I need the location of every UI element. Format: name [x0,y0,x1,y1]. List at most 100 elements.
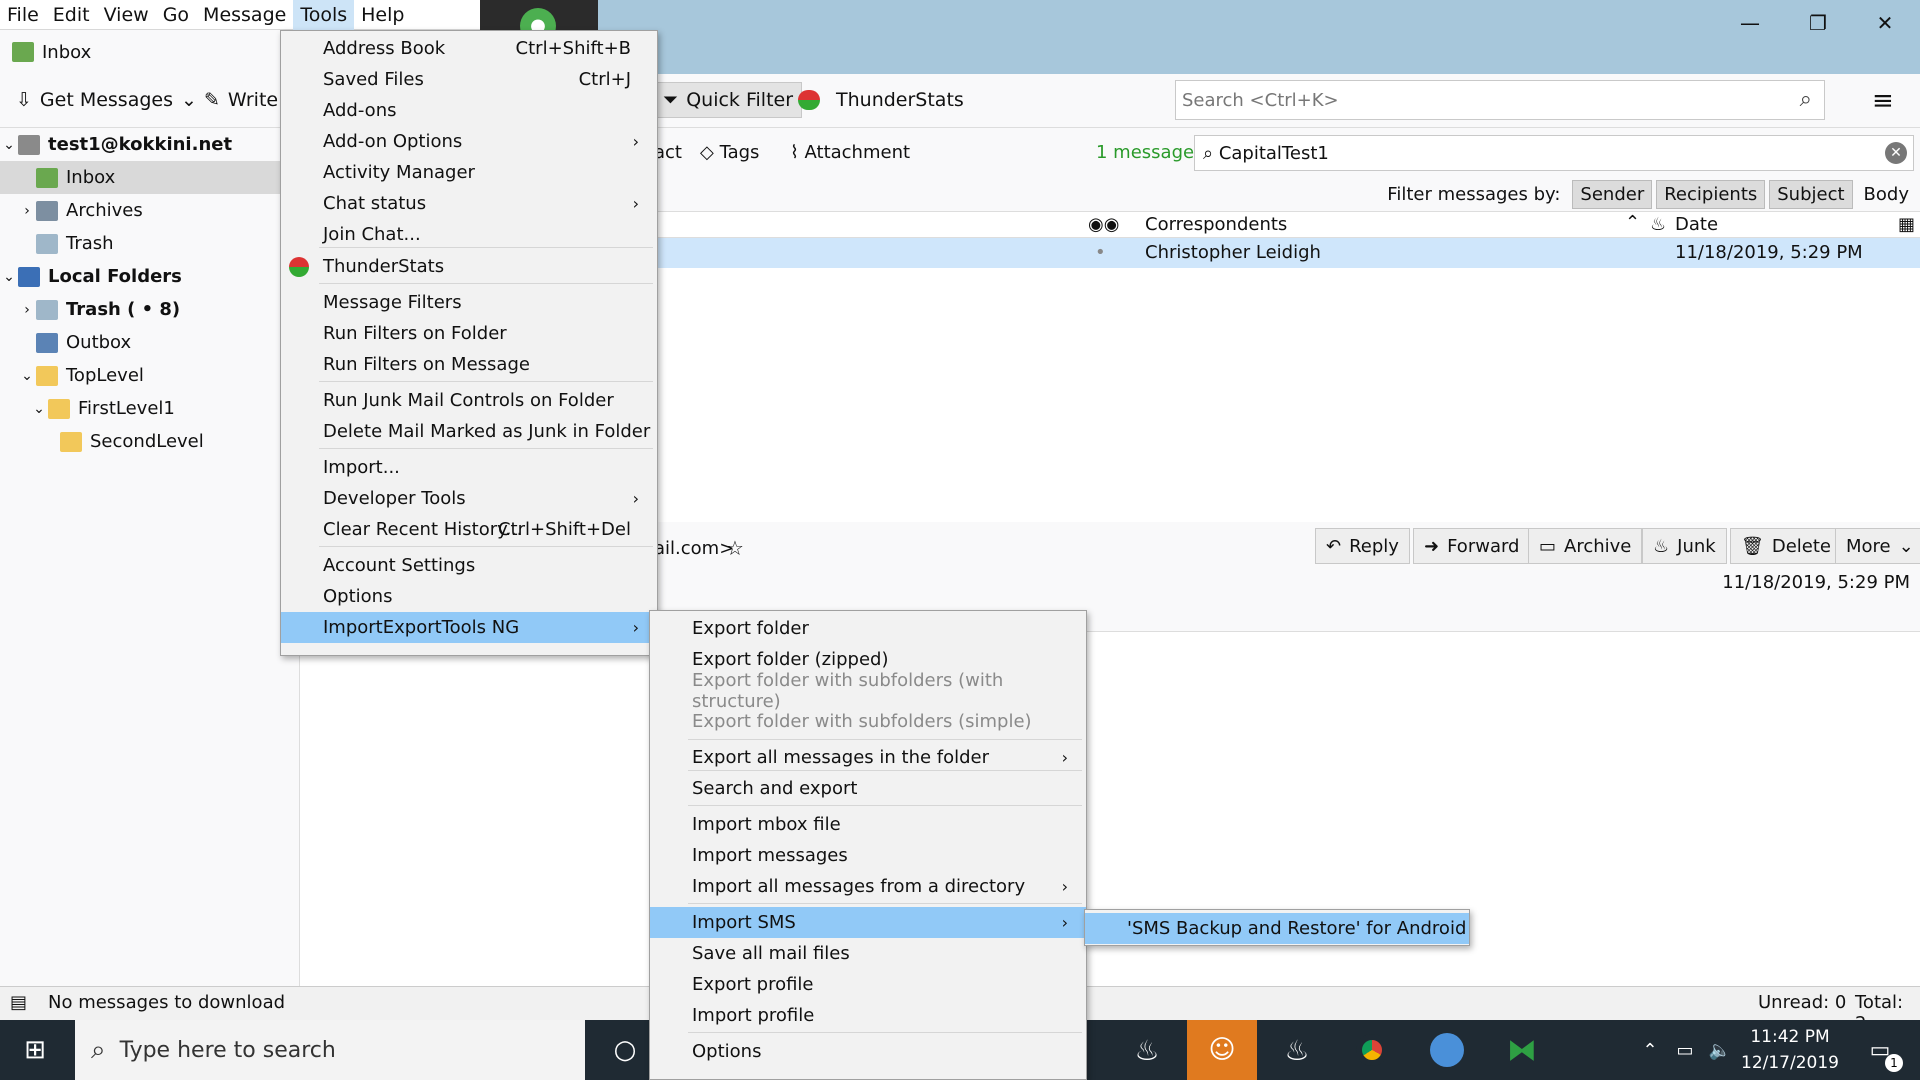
global-search-input[interactable]: Search <Ctrl+K> ⌕ [1175,80,1825,120]
menu-message[interactable]: Message [196,0,293,30]
search-icon[interactable]: ⌕ [1800,87,1812,112]
folder-local[interactable]: ⌄ Local Folders [0,260,300,293]
clock[interactable]: 11:42 PM 12/17/2019 [1740,1024,1840,1076]
menu-edit[interactable]: Edit [46,0,97,30]
folder-archives[interactable]: › Archives [0,194,300,227]
menu-item-export-folder[interactable]: Export folder [650,613,1086,644]
folder-trash[interactable]: Trash [0,227,300,260]
junk-button[interactable]: ♨ Junk [1642,528,1727,564]
chevron-down-icon[interactable]: ⌄ [181,89,197,111]
menu-item-import[interactable]: Import... [281,452,657,483]
forward-button[interactable]: ➜ Forward [1413,528,1531,564]
more-button[interactable]: More ⌄ [1835,528,1920,564]
menu-item-delete-mail-marked-as-junk-in-folder[interactable]: Delete Mail Marked as Junk in Folder [281,416,657,447]
windows-start-icon[interactable]: ⊞ [0,1020,70,1080]
minimize-button[interactable]: — [1715,0,1785,45]
menu-item-import-all-messages-from-a-directory[interactable]: Import all messages from a directory › [650,871,1086,902]
menu-item-add-ons[interactable]: Add-ons [281,95,657,126]
tray-chevron-icon[interactable]: ⌃ [1630,1020,1670,1080]
delete-button[interactable]: 🗑 Delete [1730,528,1843,564]
vscode-icon[interactable]: ⧓ [1487,1020,1557,1080]
menu-item-add-on-options[interactable]: Add-on Options › [281,126,657,157]
column-picker-icon[interactable]: ▦ [1898,214,1915,235]
chevron-down-icon[interactable]: ⌄ [0,137,18,153]
filter-sender-button[interactable]: Sender [1572,180,1653,209]
menu-item-address-book[interactable]: Address Book Ctrl+Shift+B [281,33,657,64]
menu-item-join-chat[interactable]: Join Chat... [281,219,657,250]
filter-subject-button[interactable]: Subject [1769,180,1853,209]
folder-secondlevel[interactable]: SecondLevel [0,425,300,458]
unread-dot-icon[interactable]: • [1095,242,1106,263]
star-icon[interactable]: ☆ [726,536,744,560]
menu-item-importexporttools-ng[interactable]: ImportExportTools NG › [281,612,657,643]
filter-attachment-button[interactable]: ⌇ Attachment [790,142,910,163]
filter-body-button[interactable]: Body [1857,181,1916,208]
table-row[interactable]: • Christopher Leidigh 11/18/2019, 5:29 P… [640,238,1920,268]
chevron-down-icon[interactable]: ⌄ [30,401,48,417]
thunderstats-button[interactable]: ThunderStats [790,82,972,118]
folder-toplevel[interactable]: ⌄ TopLevel [0,359,300,392]
folder-firstlevel[interactable]: ⌄ FirstLevel1 [0,392,300,425]
menu-item-sms-backup-restore[interactable]: 'SMS Backup and Restore' for Android [1085,913,1469,944]
folder-outbox[interactable]: Outbox [0,326,300,359]
archive-button[interactable]: ▭ Archive [1528,528,1643,564]
read-status-column-icon[interactable]: ◉◉ [1088,214,1119,235]
menu-item-import-sms[interactable]: Import SMS › [650,907,1086,938]
menu-item-saved-files[interactable]: Saved Files Ctrl+J [281,64,657,95]
menu-item-run-junk-mail-controls-on-folder[interactable]: Run Junk Mail Controls on Folder [281,385,657,416]
notifications-icon[interactable]: ▭ 1 [1845,1020,1915,1080]
folder-local-trash[interactable]: › Trash ( • 8) [0,293,300,326]
taskbar-search-input[interactable]: ⌕ Type here to search [75,1020,585,1080]
write-button[interactable]: ✎ Write [196,82,286,118]
from-address-tail[interactable]: ail.com> [654,538,734,559]
chrome-icon[interactable] [1337,1020,1407,1080]
menu-item-run-filters-on-message[interactable]: Run Filters on Message [281,349,657,380]
menu-help[interactable]: Help [354,0,411,30]
menu-go[interactable]: Go [156,0,196,30]
menu-item-chat-status[interactable]: Chat status › [281,188,657,219]
menu-item-account-settings[interactable]: Account Settings [281,550,657,581]
reply-button[interactable]: ↶ Reply [1315,528,1410,564]
volume-icon[interactable]: 🔈 [1700,1020,1740,1080]
app-menu-icon[interactable]: ≡ [1872,86,1894,116]
network-icon[interactable]: ▭ [1665,1020,1705,1080]
menu-item-save-all-mail-files[interactable]: Save all mail files [650,938,1086,969]
thunderbird-icon[interactable] [1412,1020,1482,1080]
menu-item-export-folder-with-subfolders-with-structure[interactable]: Export folder with subfolders (with stru… [650,670,1086,712]
app-flame2-icon[interactable]: ♨ [1262,1020,1332,1080]
menu-item-thunderstats[interactable]: ThunderStats [281,251,657,282]
restore-button[interactable]: ❐ [1783,0,1853,45]
column-correspondents[interactable]: Correspondents [1145,214,1287,235]
quick-filter-input[interactable]: ⌕ CapitalTest1 ✕ [1194,135,1914,171]
menu-item-export-folder-with-subfolders-simple[interactable]: Export folder with subfolders (simple) [650,706,1086,737]
junk-column-icon[interactable]: ♨ [1650,214,1666,235]
filter-contact-button[interactable]: act [654,142,682,163]
menu-item-options[interactable]: Options [281,581,657,612]
chevron-down-icon[interactable]: ⌄ [0,269,18,285]
tab-inbox[interactable]: Inbox [0,30,280,74]
quick-filter-button[interactable]: ⏷ Quick Filter [654,82,803,118]
filter-tags-button[interactable]: ◇ Tags [700,142,759,163]
chevron-right-icon[interactable]: › [18,203,36,219]
menu-item-import-mbox-file[interactable]: Import mbox file [650,809,1086,840]
folder-account[interactable]: ⌄ test1@kokkini.net [0,128,300,161]
menu-item-developer-tools[interactable]: Developer Tools › [281,483,657,514]
folder-inbox[interactable]: Inbox [0,161,300,194]
clear-icon[interactable]: ✕ [1885,142,1907,164]
chevron-right-icon[interactable]: › [18,302,36,318]
app-users-icon[interactable]: ☺ [1187,1020,1257,1080]
menu-item-import-messages[interactable]: Import messages [650,840,1086,871]
menu-item-search-and-export[interactable]: Search and export [650,773,1086,804]
menu-item-clear-recent-history[interactable]: Clear Recent History... Ctrl+Shift+Del [281,514,657,545]
menu-view[interactable]: View [97,0,156,30]
menu-item-export-profile[interactable]: Export profile [650,969,1086,1000]
close-button[interactable]: ✕ [1850,0,1920,45]
get-messages-button[interactable]: ⇩ Get Messages ⌄ [8,82,205,118]
app-flame-icon[interactable]: ♨ [1112,1020,1182,1080]
filter-recipients-button[interactable]: Recipients [1656,180,1766,209]
column-date[interactable]: Date [1675,214,1718,235]
menu-file[interactable]: File [0,0,46,30]
menu-item-message-filters[interactable]: Message Filters [281,287,657,318]
menu-item-activity-manager[interactable]: Activity Manager [281,157,657,188]
menu-tools[interactable]: Tools [293,0,355,30]
